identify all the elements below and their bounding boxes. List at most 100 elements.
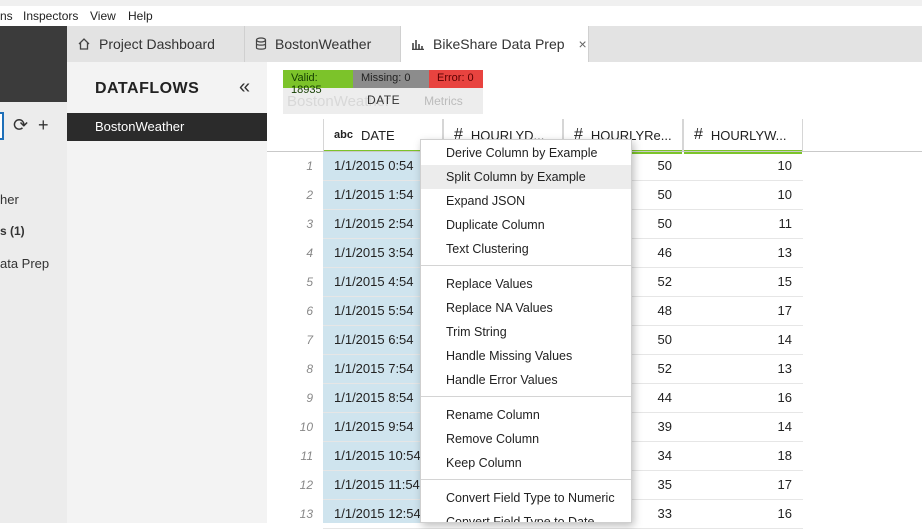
context-menu-item[interactable]: Duplicate Column (421, 213, 631, 237)
tree-item-dataprep[interactable]: ata Prep (0, 256, 49, 271)
cell-hourlyre: 39 (657, 419, 672, 434)
row-number: 10 (299, 420, 313, 434)
add-icon[interactable]: + (38, 115, 49, 136)
column-header-hourlyw[interactable]: # HOURLYW... (683, 119, 803, 154)
context-menu-item[interactable]: Derive Column by Example (421, 141, 631, 165)
context-menu-item[interactable]: Text Clustering (421, 237, 631, 261)
valid-count-badge: Valid: 18935 (283, 70, 353, 96)
row-number: 1 (306, 159, 313, 173)
cell-hourlyw: 16 (777, 506, 792, 521)
refresh-icon[interactable]: ⟳ (13, 115, 28, 136)
cell-hourlyre: 48 (657, 303, 672, 318)
cell-hourlyw: 15 (777, 274, 792, 289)
title-strip (0, 0, 922, 6)
row-number: 9 (306, 391, 313, 405)
menu-separator (421, 265, 631, 266)
row-number: 8 (306, 362, 313, 376)
cell-hourlyw: 17 (777, 303, 792, 318)
row-number: 13 (299, 507, 313, 521)
context-menu-item[interactable]: Replace NA Values (421, 296, 631, 320)
context-menu-item[interactable]: Split Column by Example (421, 165, 631, 189)
cell-hourlyw: 10 (777, 187, 792, 202)
menu-separator (421, 479, 631, 480)
row-number: 6 (306, 304, 313, 318)
context-menu-item[interactable]: Convert Field Type to Date (421, 510, 631, 522)
numeric-type-icon: # (694, 126, 703, 143)
ghost-date-label: DATE (367, 93, 401, 107)
cell-hourlyre: 33 (657, 506, 672, 521)
context-menu-item[interactable]: Remove Column (421, 427, 631, 451)
quality-bar: Valid: 18935 Missing: 0 Error: 0 (283, 70, 483, 96)
left-pane: ⟳ + her s (1) ata Prep (0, 26, 67, 523)
cell-hourlyre: 46 (657, 245, 672, 260)
cell-date: 1/1/2015 8:54 (334, 390, 414, 405)
cell-date: 1/1/2015 3:54 (334, 245, 414, 260)
close-icon[interactable]: × (579, 36, 587, 52)
tab-label: Project Dashboard (99, 36, 215, 52)
cell-hourlyre: 52 (657, 361, 672, 376)
tree-item-group[interactable]: s (1) (0, 224, 25, 238)
missing-count-badge: Missing: 0 (353, 70, 429, 88)
cell-hourlyw: 16 (777, 390, 792, 405)
cell-date: 1/1/2015 2:54 (334, 216, 414, 231)
menu-item-partial[interactable]: ns (0, 9, 13, 23)
context-menu-item[interactable]: Handle Missing Values (421, 344, 631, 368)
row-number: 5 (306, 275, 313, 289)
context-menu-item[interactable]: Convert Field Type to Numeric (421, 486, 631, 510)
row-number: 2 (306, 188, 313, 202)
context-menu-item[interactable]: Replace Values (421, 272, 631, 296)
tab-bostonweather[interactable]: BostonWeather (245, 26, 401, 62)
data-grid-area: BostonWeather Metrics Valid: 18935 Missi… (267, 62, 922, 529)
home-icon (78, 38, 90, 50)
chart-icon (412, 40, 424, 50)
dataflow-item-bostonweather[interactable]: BostonWeather (67, 113, 267, 141)
row-number: 11 (300, 449, 313, 463)
tab-project-dashboard[interactable]: Project Dashboard (67, 26, 245, 62)
context-menu-item[interactable]: Rename Column (421, 403, 631, 427)
cell-date: 1/1/2015 7:54 (334, 361, 414, 376)
row-number: 12 (299, 478, 313, 492)
menu-item-help[interactable]: Help (128, 9, 153, 23)
dataflows-panel: DATAFLOWS « BostonWeather (67, 62, 267, 523)
menu-separator (421, 396, 631, 397)
cell-date: 1/1/2015 6:54 (334, 332, 414, 347)
cell-hourlyw: 11 (778, 216, 793, 231)
cell-date: 1/1/2015 4:54 (334, 274, 414, 289)
tree-item-weather[interactable]: her (0, 192, 19, 207)
context-menu-item[interactable]: Keep Column (421, 451, 631, 475)
error-count-badge: Error: 0 (429, 70, 483, 88)
tab-bar: Project Dashboard BostonWeather BikeShar… (67, 26, 922, 62)
context-menu: Derive Column by Example Split Column by … (420, 139, 632, 523)
ghost-metrics: Metrics (424, 94, 463, 108)
cell-hourlyw: 14 (777, 419, 792, 434)
tab-label: BostonWeather (275, 36, 372, 52)
cell-hourlyre: 34 (657, 448, 672, 463)
context-menu-item[interactable]: Expand JSON (421, 189, 631, 213)
cell-hourlyre: 52 (657, 274, 672, 289)
left-pane-header (0, 26, 67, 102)
dataflows-title: DATAFLOWS (95, 80, 200, 97)
cell-date: 1/1/2015 10:54 (334, 448, 421, 463)
menu-item-inspectors[interactable]: Inspectors (23, 9, 78, 23)
cell-date: 1/1/2015 11:54 (334, 477, 420, 492)
column-name: DATE (360, 127, 395, 143)
cell-date: 1/1/2015 5:54 (334, 303, 414, 318)
search-input[interactable] (0, 112, 4, 140)
row-number: 3 (306, 217, 313, 231)
collapse-icon[interactable]: « (239, 76, 250, 99)
cell-hourlyw: 18 (777, 448, 792, 463)
context-menu-item[interactable]: Trim String (421, 320, 631, 344)
context-menu-item[interactable]: Handle Error Values (421, 368, 631, 392)
row-number: 4 (306, 246, 313, 260)
cell-hourlyre: 35 (657, 477, 672, 492)
cell-date: 1/1/2015 12:54 (334, 506, 421, 521)
cell-date: 1/1/2015 1:54 (334, 187, 414, 202)
tab-label: BikeShare Data Prep (433, 36, 565, 52)
database-icon (255, 37, 267, 50)
tab-bikeshare-data-prep[interactable]: BikeShare Data Prep × (401, 26, 589, 62)
cell-hourlyw: 17 (777, 477, 792, 492)
cell-hourlyre: 50 (657, 158, 672, 173)
menu-item-view[interactable]: View (90, 9, 116, 23)
cell-hourlyre: 50 (657, 187, 672, 202)
column-name: HOURLYW... (710, 127, 787, 143)
